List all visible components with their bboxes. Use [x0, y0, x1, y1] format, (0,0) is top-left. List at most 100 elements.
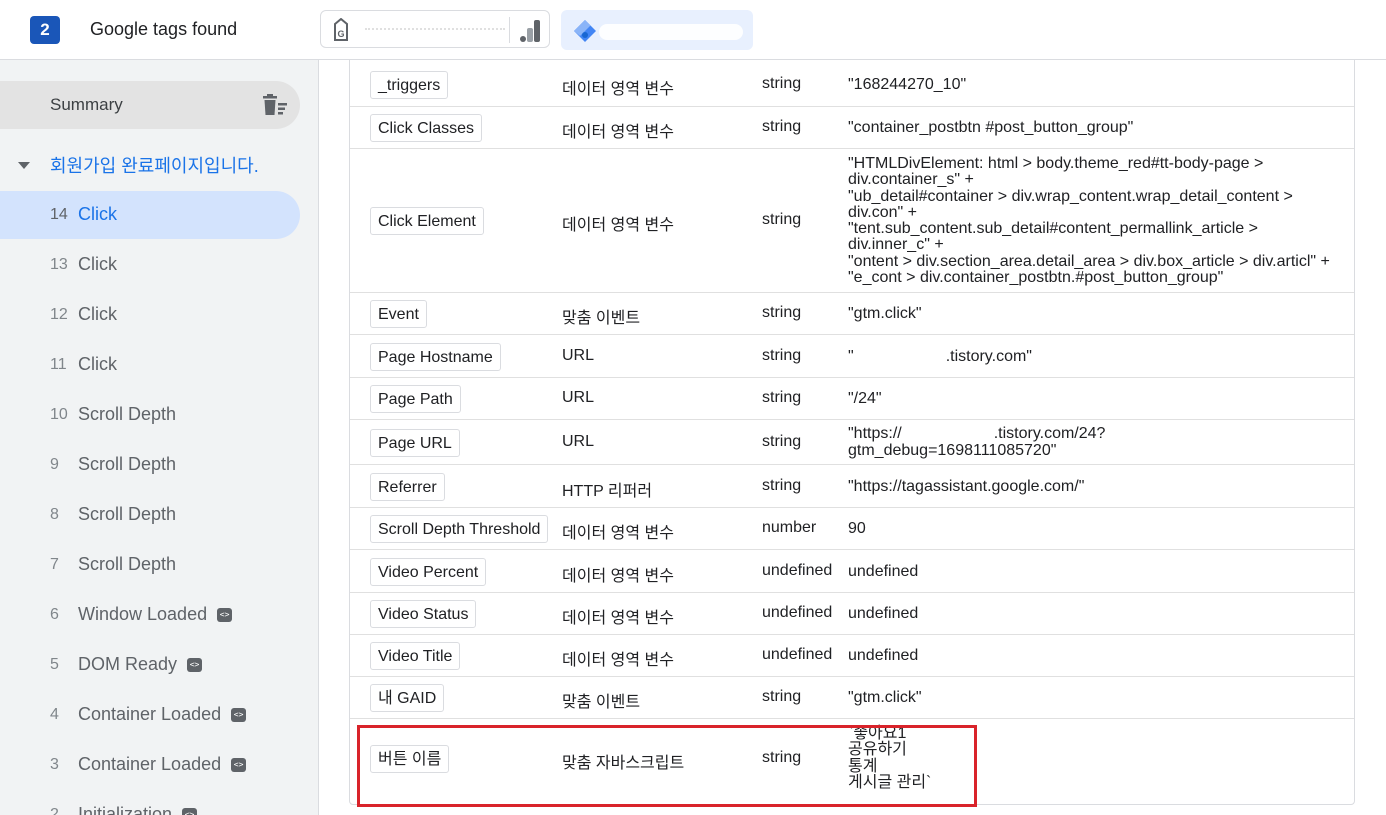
sidebar-event-item[interactable]: 3 Container Loaded <>	[0, 741, 300, 789]
highlight-annotation-box	[357, 725, 977, 807]
variable-return-type: undefined	[762, 646, 833, 663]
code-icon: <>	[231, 708, 247, 723]
variables-panel: _triggers 데이터 영역 변수 string "168244270_10" Cl…	[320, 60, 1386, 815]
summary-item[interactable]: Summary	[0, 81, 300, 129]
chip-divider	[509, 17, 510, 43]
caret-down-icon[interactable]	[18, 162, 30, 169]
variable-return-type: number	[762, 519, 817, 536]
variable-name-chip[interactable]: Page Path	[370, 385, 461, 413]
sidebar-event-item[interactable]: 5 DOM Ready <>	[0, 641, 300, 689]
variable-type: 맞춤 이벤트	[562, 310, 641, 327]
variable-return-type: string	[762, 389, 802, 406]
variable-name-chip[interactable]: Click Classes	[370, 114, 483, 142]
event-name: Scroll Depth	[78, 454, 177, 474]
redacted-text	[901, 427, 994, 440]
variable-name-chip[interactable]: Page URL	[370, 429, 460, 457]
sidebar-event-item[interactable]: 11 Click	[0, 341, 300, 389]
variable-return-type: string	[762, 75, 802, 92]
page-group-header[interactable]: 회원가입 완료페이지입니다.	[0, 148, 318, 182]
event-number: 6	[50, 606, 59, 623]
sidebar-event-item[interactable]: 8 Scroll Depth	[0, 491, 300, 539]
event-number: 12	[50, 306, 68, 323]
event-number: 14	[50, 206, 68, 223]
variable-row: Page URL URL string "https://.tistory.com/2…	[350, 420, 1354, 465]
variable-row: Page Path URL string "/24"	[350, 378, 1354, 420]
variable-type: 데이터 영역 변수	[562, 124, 674, 141]
sidebar-event-item[interactable]: 2 Initialization <>	[0, 791, 300, 815]
sidebar-event-item[interactable]: 14 Click	[0, 191, 300, 239]
variable-name-chip[interactable]: 내 GAID	[370, 684, 445, 712]
variable-name-chip[interactable]: Video Status	[370, 600, 477, 628]
sidebar-event-item[interactable]: 10 Scroll Depth	[0, 391, 300, 439]
variable-type: URL	[562, 389, 595, 406]
event-sidebar: Summary 회원가입 완료페이지입니다. 14 Click 13 Click 12 C…	[0, 60, 319, 815]
event-number: 2	[50, 806, 59, 815]
variable-type: 데이터 영역 변수	[562, 568, 674, 585]
code-icon: <>	[231, 758, 247, 773]
variable-type: HTTP 리퍼러	[562, 483, 653, 500]
variable-row: 내 GAID 맞춤 이벤트 string "gtm.click"	[350, 677, 1354, 719]
variable-name-chip[interactable]: Event	[370, 300, 427, 328]
variable-row: Click Element 데이터 영역 변수 string "HTMLDivElem…	[350, 149, 1354, 293]
variable-value: undefined	[848, 605, 919, 622]
redacted-text	[853, 350, 946, 363]
google-tag-icon: G	[333, 17, 349, 47]
tag-count-badge: 2	[30, 16, 60, 44]
event-number: 7	[50, 556, 59, 573]
variable-name-chip[interactable]: Referrer	[370, 473, 445, 501]
variable-value: "/24"	[848, 390, 882, 407]
clear-list-icon[interactable]	[262, 94, 288, 121]
event-name: Scroll Depth	[78, 554, 177, 574]
sidebar-event-item[interactable]: 4 Container Loaded <>	[0, 691, 300, 739]
event-name: Click	[78, 204, 117, 224]
event-number: 5	[50, 656, 59, 673]
sidebar-event-item[interactable]: 12 Click	[0, 291, 300, 339]
event-name: Click	[78, 304, 117, 324]
page-title: 회원가입 완료페이지입니다.	[50, 156, 259, 176]
summary-label: Summary	[50, 95, 123, 114]
ga-id-redacted	[365, 28, 505, 30]
gtm-container-chip[interactable]	[561, 10, 753, 50]
variable-row: Event 맞춤 이벤트 string "gtm.click"	[350, 293, 1354, 335]
variable-type: 데이터 영역 변수	[562, 652, 674, 669]
variable-type: 데이터 영역 변수	[562, 610, 674, 627]
variable-row: Video Percent 데이터 영역 변수 undefined undefined	[350, 550, 1354, 593]
variable-row: Referrer HTTP 리퍼러 string "https://tagassist…	[350, 465, 1354, 508]
event-name: Container Loaded <>	[78, 754, 247, 775]
sidebar-event-item[interactable]: 7 Scroll Depth	[0, 541, 300, 589]
variable-value: undefined	[848, 563, 919, 580]
gtm-diamond-icon	[573, 19, 597, 48]
event-number: 11	[50, 356, 67, 373]
gtm-id-redacted	[599, 24, 743, 40]
event-name: DOM Ready <>	[78, 654, 203, 675]
variable-type: 맞춤 이벤트	[562, 694, 641, 711]
variable-row: Video Title 데이터 영역 변수 undefined undefined	[350, 635, 1354, 677]
variable-row: _triggers 데이터 영역 변수 string "168244270_10"	[350, 63, 1354, 107]
variable-value: "gtm.click"	[848, 305, 922, 322]
variable-name-chip[interactable]: _triggers	[370, 71, 449, 99]
variable-value: "HTMLDivElement: html > body.theme_red#t…	[848, 155, 1330, 287]
event-name: Click	[78, 354, 117, 374]
variable-type: URL	[562, 433, 595, 450]
variable-name-chip[interactable]: Click Element	[370, 207, 484, 235]
event-number: 4	[50, 706, 59, 723]
variable-name-chip[interactable]: Video Percent	[370, 558, 487, 586]
variable-name-chip[interactable]: Video Title	[370, 642, 461, 670]
variable-return-type: undefined	[762, 604, 833, 621]
ga-tag-chip[interactable]: G	[320, 10, 550, 48]
variable-row: Scroll Depth Threshold 데이터 영역 변수 number 90	[350, 508, 1354, 550]
variable-row: Page Hostname URL string " .tistory.com"	[350, 335, 1354, 378]
sidebar-event-item[interactable]: 13 Click	[0, 241, 300, 289]
variable-value: 90	[848, 520, 866, 537]
variable-name-chip[interactable]: Scroll Depth Threshold	[370, 515, 549, 543]
sidebar-event-item[interactable]: 9 Scroll Depth	[0, 441, 300, 489]
variable-value: "https://.tistory.com/24? gtm_debug=16981…	[848, 425, 1106, 459]
event-name: Container Loaded <>	[78, 704, 247, 725]
sidebar-event-item[interactable]: 6 Window Loaded <>	[0, 591, 300, 639]
variable-type: URL	[562, 347, 595, 364]
variable-value: "container_postbtn #post_button_group"	[848, 119, 1134, 136]
variable-name-chip[interactable]: Page Hostname	[370, 343, 501, 371]
variable-return-type: string	[762, 347, 802, 364]
variable-value: "https://tagassistant.google.com/"	[848, 478, 1085, 495]
variable-value: "168244270_10"	[848, 76, 967, 93]
